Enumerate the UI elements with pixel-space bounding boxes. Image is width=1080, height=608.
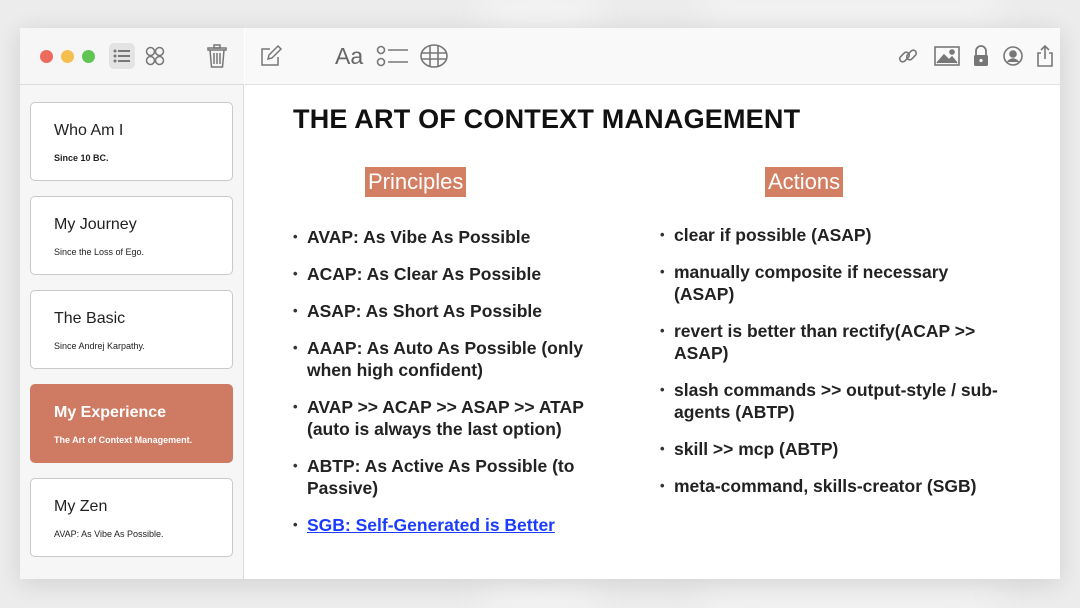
list-item: AVAP >> ACAP >> ASAP >> ATAP (auto is al…	[293, 396, 623, 440]
minimize-window-icon[interactable]	[61, 50, 74, 63]
compose-icon[interactable]	[258, 43, 284, 69]
list-item: meta-command, skills-creator (SGB)	[660, 475, 1000, 497]
notes-sidebar: Who Am I Since 10 BC. My Journey Since t…	[20, 28, 244, 579]
share-icon[interactable]	[1032, 43, 1058, 69]
link-icon[interactable]	[895, 43, 921, 69]
principles-heading: Principles	[365, 167, 467, 197]
gallery-view-icon[interactable]	[142, 43, 168, 69]
trash-icon[interactable]	[204, 43, 230, 69]
list-item: AVAP: As Vibe As Possible	[293, 226, 623, 248]
actions-heading: Actions	[765, 167, 844, 197]
note-item-who-am-i[interactable]: Who Am I Since 10 BC.	[30, 102, 233, 181]
notes-window: Who Am I Since 10 BC. My Journey Since t…	[20, 28, 1060, 579]
lock-icon[interactable]	[968, 43, 994, 69]
note-title: My Zen	[54, 498, 108, 515]
note-title: My Experience	[54, 404, 167, 421]
list-item: clear if possible (ASAP)	[660, 224, 1000, 246]
actions-list: clear if possible (ASAP) manually compos…	[660, 224, 1000, 497]
zoom-window-icon[interactable]	[82, 50, 95, 63]
sgb-link[interactable]: SGB: Self-Generated is Better	[307, 515, 555, 535]
note-item-my-experience[interactable]: My Experience The Art of Context Managem…	[30, 384, 233, 463]
list-item: ABTP: As Active As Possible (to Passive)	[293, 455, 623, 499]
note-subtitle: Since 10 BC.	[54, 153, 109, 163]
document-title: THE ART OF CONTEXT MANAGEMENT	[293, 104, 801, 134]
list-item-link[interactable]: SGB: Self-Generated is Better	[293, 514, 623, 536]
list-item: slash commands >> output-style / sub-age…	[660, 379, 1000, 423]
sidebar-toolbar	[20, 28, 244, 85]
list-item: revert is better than rectify(ACAP >> AS…	[660, 320, 1000, 364]
list-item: AAAP: As Auto As Possible (only when hig…	[293, 337, 623, 381]
note-item-the-basic[interactable]: The Basic Since Andrej Karpathy.	[30, 290, 233, 369]
collaborate-icon[interactable]	[1000, 43, 1026, 69]
note-title: Who Am I	[54, 122, 124, 139]
list-item: skill >> mcp (ABTP)	[660, 438, 1000, 460]
close-window-icon[interactable]	[40, 50, 53, 63]
list-item: ACAP: As Clear As Possible	[293, 263, 623, 285]
note-item-my-journey[interactable]: My Journey Since the Loss of Ego.	[30, 196, 233, 275]
editor-toolbar: Aa	[245, 28, 1060, 85]
note-item-my-zen[interactable]: My Zen AVAP: As Vibe As Possible.	[30, 478, 233, 557]
note-title: My Journey	[54, 216, 137, 233]
table-icon[interactable]	[419, 43, 449, 69]
image-icon[interactable]	[933, 43, 961, 69]
principles-list: AVAP: As Vibe As Possible ACAP: As Clear…	[293, 226, 623, 536]
note-subtitle: Since the Loss of Ego.	[54, 247, 145, 257]
checklist-icon[interactable]	[375, 43, 411, 69]
list-item: manually composite if necessary (ASAP)	[660, 261, 1000, 305]
font-format-button[interactable]: Aa	[335, 43, 363, 70]
list-item: ASAP: As Short As Possible	[293, 300, 623, 322]
note-subtitle: Since Andrej Karpathy.	[54, 341, 145, 351]
note-subtitle: AVAP: As Vibe As Possible.	[54, 529, 164, 539]
note-title: The Basic	[54, 310, 126, 327]
note-subtitle: The Art of Context Management.	[54, 435, 193, 445]
list-view-icon[interactable]	[109, 43, 135, 69]
